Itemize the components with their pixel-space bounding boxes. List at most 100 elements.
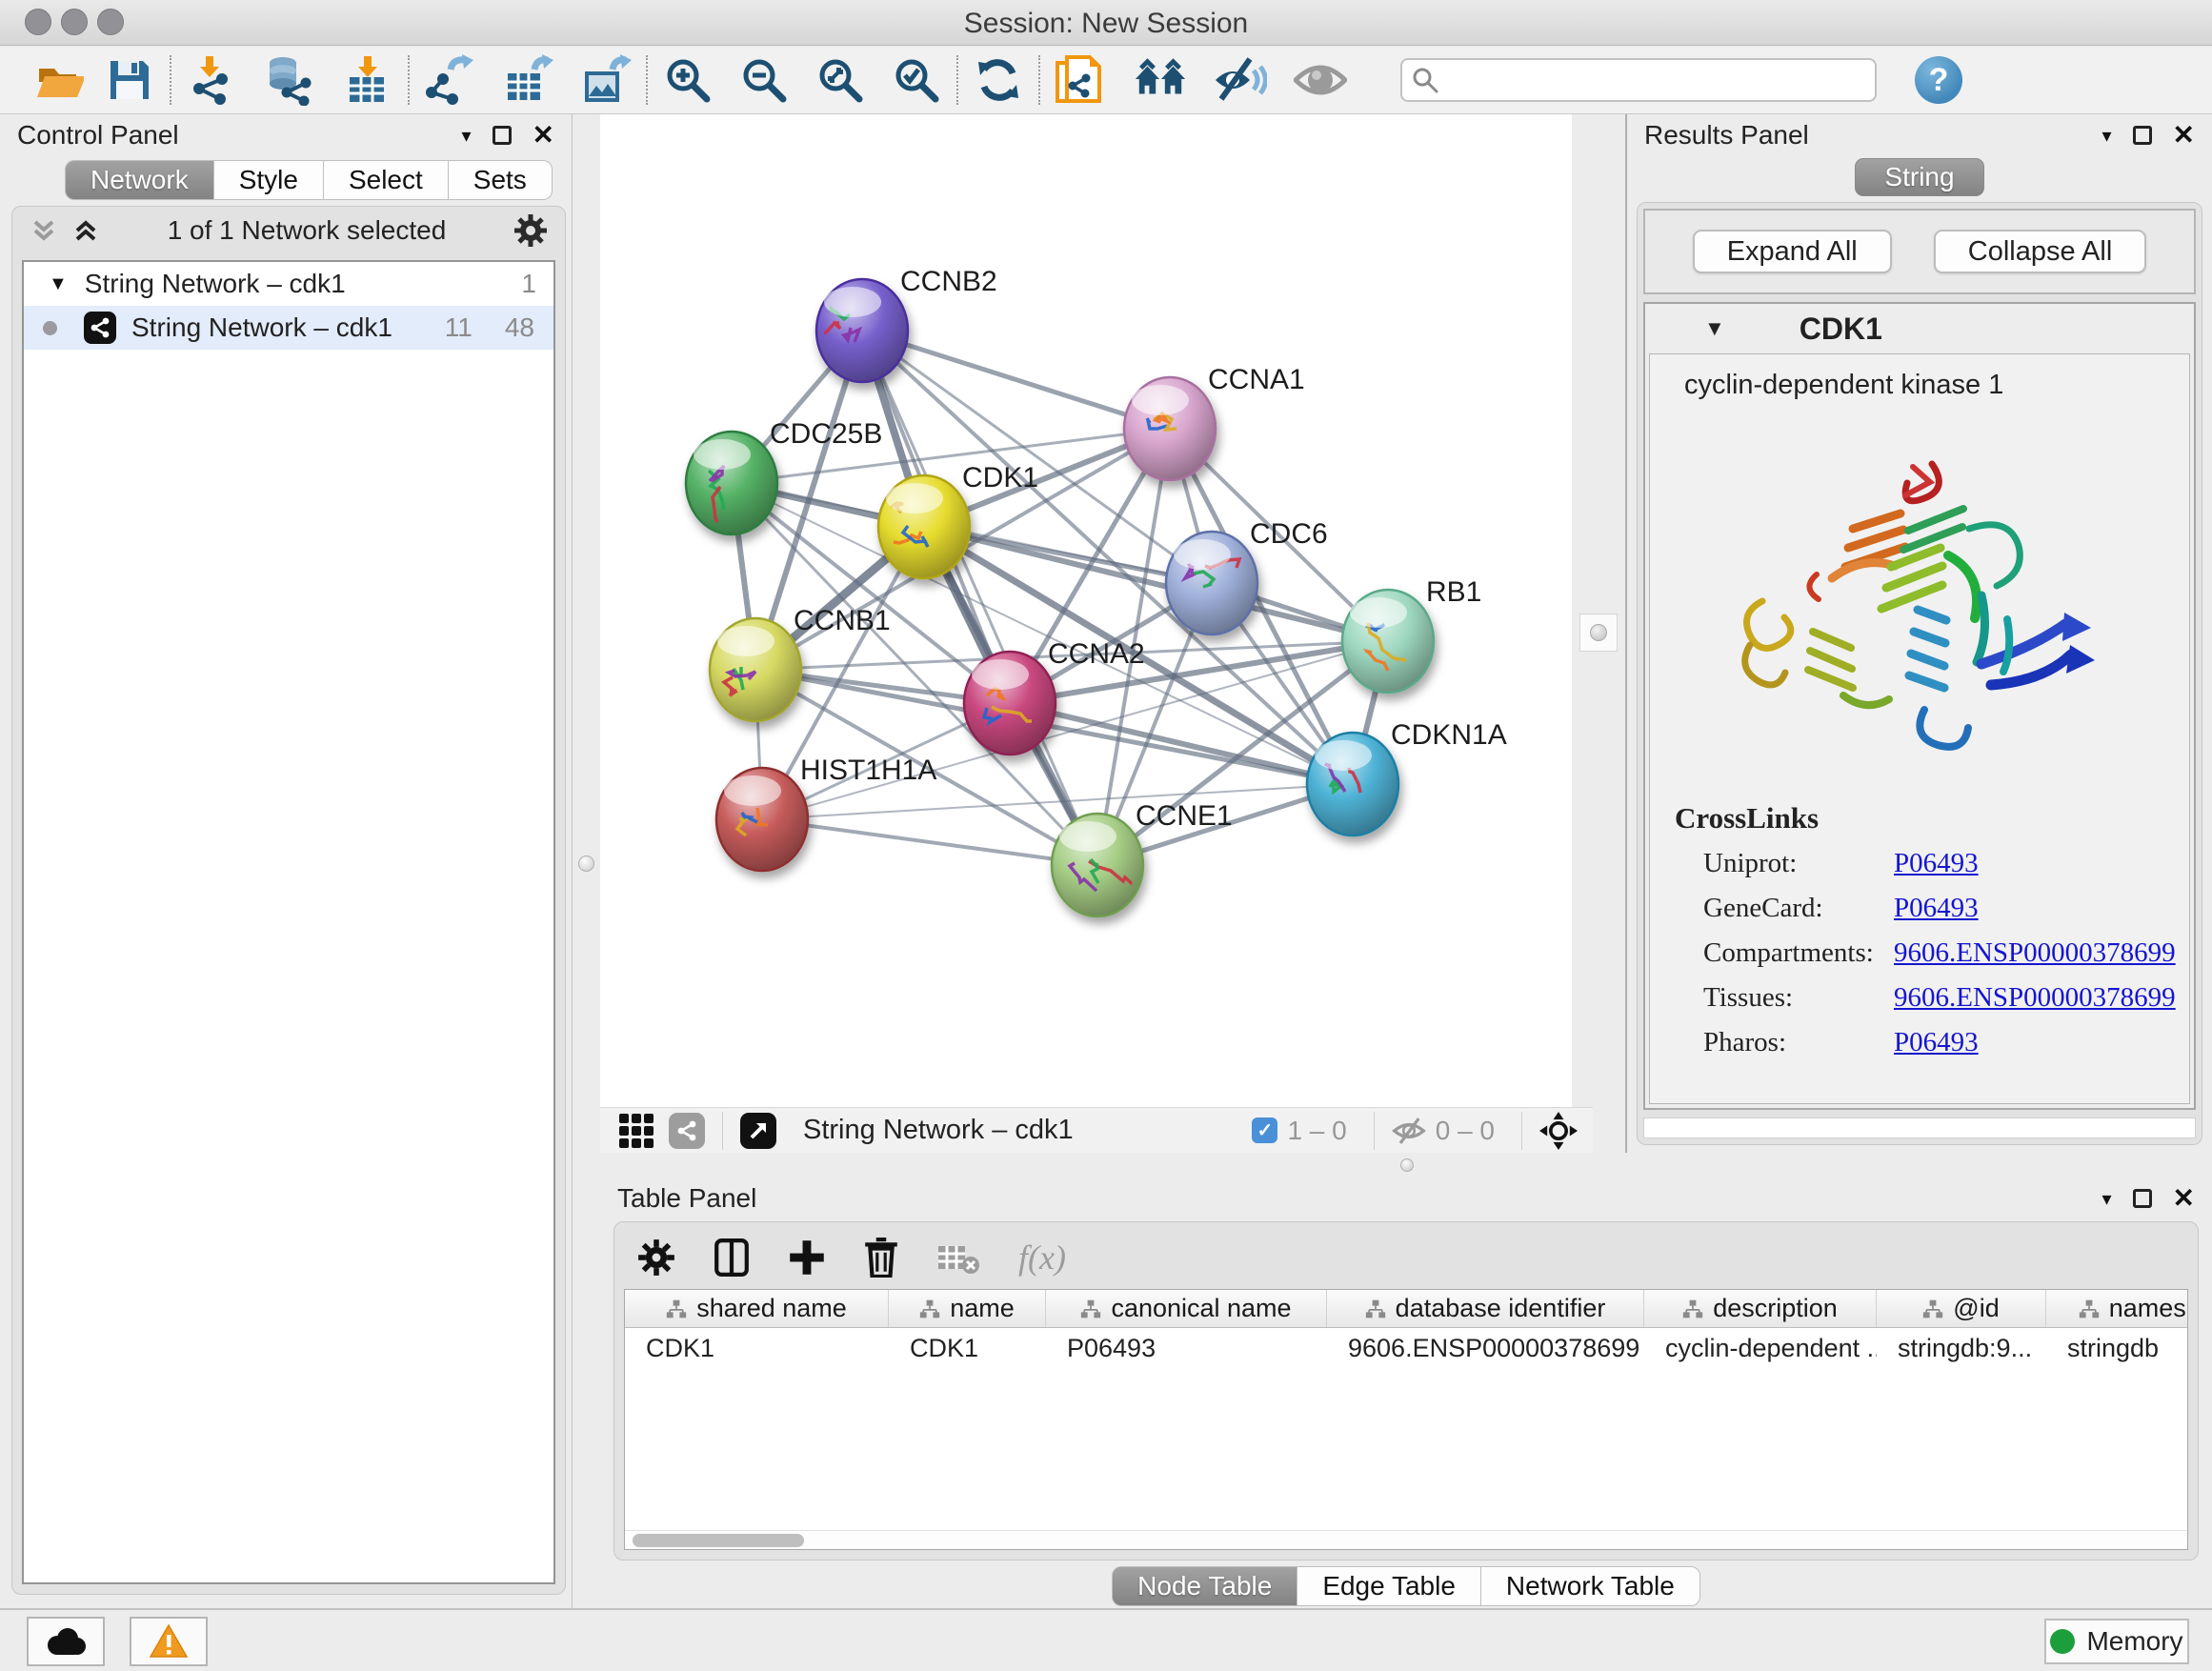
tab-select[interactable]: Select	[324, 160, 449, 200]
cloud-button[interactable]	[27, 1617, 105, 1666]
entry-collapse-caret[interactable]: ▼	[1704, 316, 1725, 341]
network-node-RB1[interactable]	[1342, 590, 1434, 693]
open-session-button[interactable]	[32, 53, 86, 107]
network-node-CCNE1[interactable]	[1052, 814, 1143, 916]
hide-selection-button[interactable]	[1214, 53, 1267, 107]
splitter-handle[interactable]	[578, 856, 594, 872]
tree-expand-caret[interactable]: ▼	[49, 273, 68, 295]
column-header-database-identifier[interactable]: database identifier	[1327, 1290, 1644, 1327]
table-cell[interactable]: cyclin-dependent ...	[1644, 1334, 1877, 1363]
table-cell[interactable]: CDK1	[625, 1334, 889, 1363]
help-button[interactable]: ?	[1915, 56, 1962, 104]
show-columns-icon[interactable]	[714, 1238, 750, 1277]
tab-string[interactable]: String	[1855, 158, 1983, 196]
string-home-button[interactable]	[1134, 53, 1187, 107]
crosshair-icon[interactable]	[1539, 1112, 1578, 1150]
network-node-CCNB1[interactable]	[710, 618, 801, 721]
table-hscrollbar[interactable]	[625, 1530, 2187, 1549]
expand-all-icon[interactable]	[71, 216, 100, 245]
network-node-CDC25B[interactable]	[686, 432, 777, 534]
tab-node-table[interactable]: Node Table	[1112, 1566, 1297, 1606]
import-network-file-button[interactable]	[185, 53, 238, 107]
column-header-shared-name[interactable]: shared name	[625, 1290, 889, 1327]
import-network-database-button[interactable]	[263, 53, 316, 107]
network-node-CDC6[interactable]	[1166, 532, 1257, 634]
node-table[interactable]: shared namenamecanonical namedatabase id…	[624, 1289, 2188, 1550]
crosslink-link[interactable]: 9606.ENSP00000378699	[1894, 982, 2176, 1014]
memory-button[interactable]: Memory	[2044, 1619, 2189, 1664]
network-node-HIST1H1A[interactable]	[716, 768, 808, 871]
tab-sets[interactable]: Sets	[449, 160, 553, 200]
import-table-button[interactable]	[341, 53, 394, 107]
delete-table-icon[interactable]	[936, 1240, 980, 1275]
selected-nodes-checkbox[interactable]: ✓	[1252, 1117, 1277, 1143]
results-scrollbar-track[interactable]	[1643, 1117, 2196, 1138]
grid-view-icon[interactable]	[619, 1114, 654, 1148]
panel-collapse-icon[interactable]: ▾	[2101, 124, 2111, 148]
save-session-button[interactable]	[103, 53, 156, 107]
horizontal-splitter[interactable]	[600, 1153, 2212, 1178]
panel-float-icon[interactable]	[2133, 1189, 2152, 1208]
left-splitter[interactable]	[572, 114, 600, 1608]
table-cell[interactable]: CDK1	[889, 1334, 1046, 1363]
panel-collapse-icon[interactable]: ▾	[461, 124, 471, 148]
table-cell[interactable]: P06493	[1046, 1334, 1327, 1363]
splitter-collapse-button[interactable]	[1579, 614, 1618, 652]
collapse-all-icon[interactable]	[30, 216, 58, 245]
network-node-CCNA2[interactable]	[964, 652, 1056, 755]
apply-style-button[interactable]	[972, 53, 1025, 107]
search-input[interactable]	[1400, 58, 1877, 102]
function-builder-icon[interactable]: f(x)	[1018, 1238, 1066, 1278]
zoom-fit-button[interactable]	[814, 53, 867, 107]
node-entry-header[interactable]: ▼ CDK1	[1645, 304, 2194, 353]
column-header-id[interactable]: @id	[1877, 1290, 2046, 1327]
network-row-selected[interactable]: String Network – cdk1 11 48	[24, 306, 553, 350]
zoom-selected-button[interactable]	[890, 53, 943, 107]
panel-collapse-icon[interactable]: ▾	[2101, 1187, 2111, 1211]
network-collection-row[interactable]: ▼ String Network – cdk1 1	[24, 262, 553, 306]
column-header-canonical-name[interactable]: canonical name	[1046, 1290, 1327, 1327]
network-overview-icon[interactable]	[669, 1113, 705, 1149]
crosslink-link[interactable]: P06493	[1894, 1027, 1979, 1058]
show-selection-button[interactable]	[1294, 53, 1347, 107]
table-cell[interactable]: stringdb:9...	[1877, 1334, 2046, 1363]
column-header-name[interactable]: name	[889, 1290, 1046, 1327]
table-cell[interactable]: 9606.ENSP00000378699	[1327, 1334, 1644, 1363]
panel-close-icon[interactable]: ✕	[2173, 1185, 2195, 1212]
network-canvas[interactable]: CCNB2CCNA1CDC25BCDK1CDC6RB1CCNB1CCNA2CDK…	[600, 114, 1572, 1107]
tab-network-table[interactable]: Network Table	[1481, 1566, 1700, 1606]
tab-edge-table[interactable]: Edge Table	[1297, 1566, 1481, 1606]
export-image-button[interactable]	[579, 53, 633, 107]
crosslink-link[interactable]: 9606.ENSP00000378699	[1894, 937, 2176, 969]
panel-close-icon[interactable]: ✕	[533, 122, 554, 149]
network-node-CCNB2[interactable]	[816, 279, 908, 382]
warnings-button[interactable]	[130, 1617, 208, 1666]
delete-column-trash-icon[interactable]	[864, 1238, 898, 1278]
panel-float-icon[interactable]	[493, 126, 512, 145]
panel-close-icon[interactable]: ✕	[2173, 122, 2195, 149]
table-settings-gear-icon[interactable]	[637, 1238, 675, 1277]
gear-icon[interactable]	[513, 213, 548, 248]
zoom-out-button[interactable]	[737, 53, 791, 107]
tab-style[interactable]: Style	[214, 160, 324, 200]
scrollbar-thumb[interactable]	[633, 1534, 804, 1547]
network-node-CCNA1[interactable]	[1124, 377, 1216, 480]
table-cell[interactable]: stringdb	[2046, 1334, 2188, 1363]
add-column-icon[interactable]	[788, 1238, 826, 1277]
splitter-handle[interactable]	[1400, 1158, 1414, 1172]
expand-all-button[interactable]: Expand All	[1693, 230, 1892, 273]
collapse-all-button[interactable]: Collapse All	[1934, 230, 2147, 273]
zoom-in-button[interactable]	[661, 53, 714, 107]
network-node-CDK1[interactable]	[878, 475, 970, 578]
export-network-button[interactable]	[423, 53, 476, 107]
network-node-CDKN1A[interactable]	[1307, 733, 1398, 836]
table-row[interactable]: CDK1CDK1P064939606.ENSP00000378699cyclin…	[625, 1328, 2187, 1368]
tab-network[interactable]: Network	[65, 160, 214, 200]
panel-float-icon[interactable]	[2133, 126, 2152, 145]
birds-eye-view-icon[interactable]	[740, 1113, 776, 1149]
crosslink-link[interactable]: P06493	[1894, 848, 1979, 879]
column-header-namespace[interactable]: namespace	[2046, 1290, 2188, 1327]
export-table-button[interactable]	[501, 53, 554, 107]
string-import-button[interactable]	[1054, 53, 1107, 107]
right-splitter[interactable]	[1572, 114, 1625, 1153]
